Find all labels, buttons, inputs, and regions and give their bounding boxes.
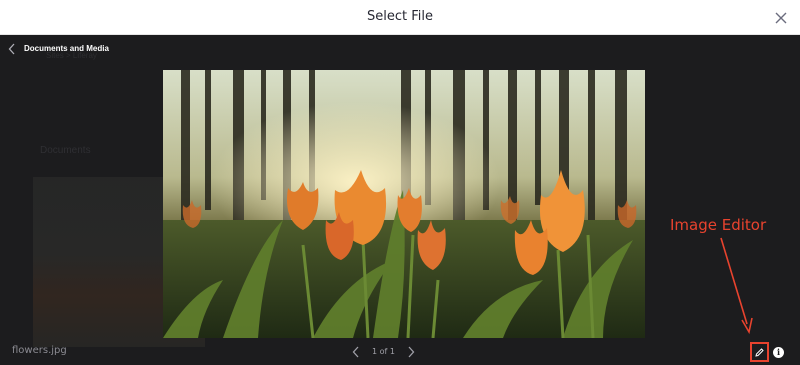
chevron-left-icon	[352, 346, 359, 358]
info-icon: i	[776, 347, 781, 357]
tulip-photo	[163, 70, 645, 338]
close-button[interactable]	[774, 11, 788, 25]
pagination: 1 of 1	[352, 344, 415, 358]
modal-title: Select File	[367, 9, 433, 24]
image-viewer: Sites > Liferay Documents Documents and …	[0, 35, 800, 365]
chevron-right-icon	[408, 346, 415, 358]
modal-header: Select File	[0, 0, 800, 35]
annotation-arrow	[720, 237, 753, 335]
next-button[interactable]	[407, 345, 415, 358]
viewer-title: Documents and Media	[24, 43, 109, 53]
close-icon	[775, 12, 787, 24]
pencil-icon	[755, 347, 764, 357]
info-button[interactable]: i	[773, 347, 784, 358]
background-documents-label: Documents	[40, 145, 91, 156]
file-name: flowers.jpg	[12, 345, 67, 356]
previous-button[interactable]	[352, 345, 360, 358]
back-button[interactable]	[8, 42, 16, 55]
image-editor-button[interactable]	[750, 342, 769, 362]
viewer-header: Documents and Media	[8, 41, 109, 55]
preview-image	[163, 70, 645, 338]
pagination-text: 1 of 1	[372, 346, 395, 356]
chevron-left-icon	[8, 43, 15, 55]
annotation-label: Image Editor	[670, 216, 767, 234]
